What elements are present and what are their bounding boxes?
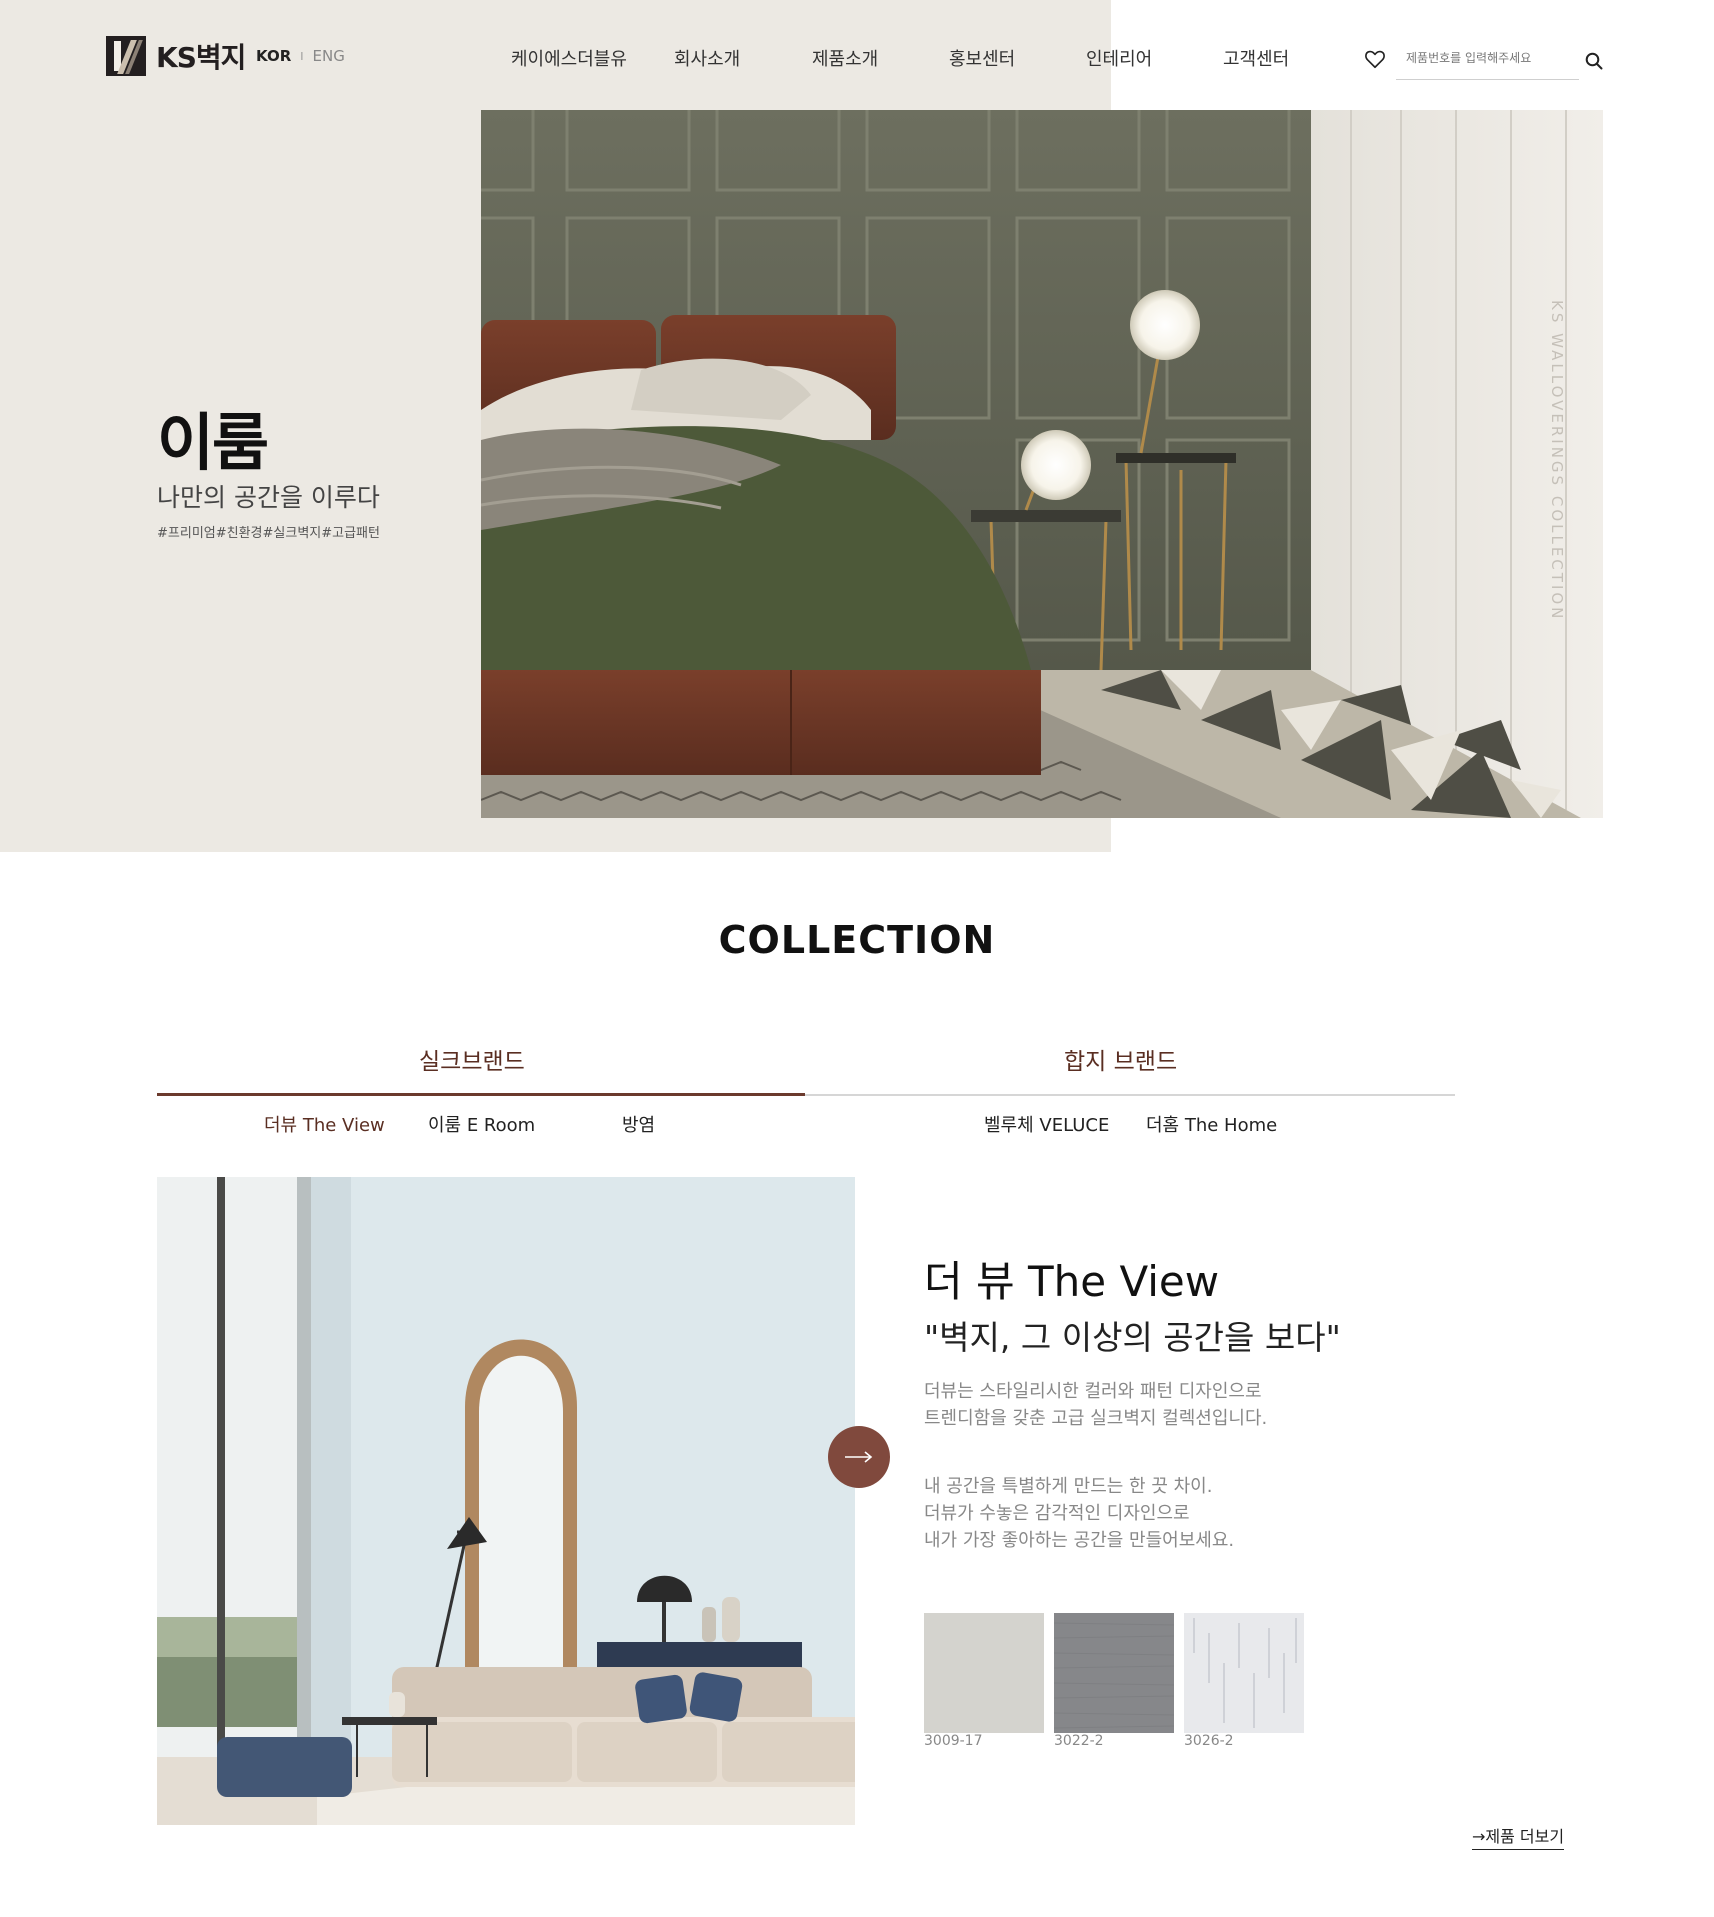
search-box <box>1396 40 1579 80</box>
sub-tab-veluce[interactable]: 벨루체 VELUCE <box>984 1111 1109 1137</box>
sub-tab-the-view[interactable]: 더뷰 The View <box>264 1111 385 1137</box>
sub-tab-e-room[interactable]: 이룸 E Room <box>428 1111 535 1137</box>
swatch-3022-2[interactable] <box>1053 1613 1175 1733</box>
product-title: 더 뷰 The View <box>924 1257 1220 1306</box>
more-products-link[interactable]: →제품 더보기 <box>1472 1823 1565 1850</box>
nav-item-ksw[interactable]: 케이에스더블유 <box>511 45 627 71</box>
sub-tab-the-home[interactable]: 더홈 The Home <box>1146 1111 1277 1137</box>
hero-subtitle: 나만의 공간을 이루다 <box>157 483 380 512</box>
product-desc-line: 트렌디함을 갖춘 고급 실크벽지 컬렉션입니다. <box>924 1408 1268 1429</box>
search-input[interactable] <box>1396 40 1579 76</box>
nav-item-interior[interactable]: 인테리어 <box>1086 45 1152 71</box>
search-icon[interactable] <box>1584 51 1604 71</box>
tab-active-indicator <box>157 1093 805 1096</box>
collection-image <box>157 1177 855 1825</box>
product-desc-line: 더뷰가 수놓은 감각적인 디자인으로 <box>924 1503 1190 1524</box>
swatch-texture <box>1053 1622 1175 1729</box>
hero-tags: #프리미엄#친환경#실크벽지#고급패턴 <box>157 526 380 541</box>
nav-item-company[interactable]: 회사소개 <box>674 45 740 71</box>
swatch-3026-2[interactable] <box>1184 1613 1304 1733</box>
swatch-code: 3026-2 <box>1184 1733 1234 1749</box>
product-desc-line: 더뷰는 스타일리시한 컬러와 패턴 디자인으로 <box>924 1381 1262 1402</box>
hero-image <box>481 110 1603 818</box>
product-desc-line: 내가 가장 좋아하는 공간을 만들어보세요. <box>924 1530 1235 1551</box>
swatch-3009-17[interactable] <box>924 1613 1044 1733</box>
product-quote: "벽지, 그 이상의 공간을 보다" <box>924 1318 1341 1357</box>
heart-icon[interactable] <box>1364 48 1386 70</box>
hero-vertical-text: KS WALLOVERINGS COLLECTION <box>1548 300 1566 622</box>
collection-title: COLLECTION <box>718 918 996 962</box>
nav-item-customer-center[interactable]: 고객센터 <box>1223 45 1289 71</box>
tab-hapji-brand[interactable]: 합지 브랜드 <box>1064 1042 1177 1076</box>
swatch-code: 3009-17 <box>924 1733 983 1749</box>
sub-tab-flame-retardant[interactable]: 방염 <box>622 1111 655 1137</box>
arrow-right-icon <box>845 1451 873 1463</box>
hero-title: 이룸 <box>157 406 269 479</box>
tab-silk-brand[interactable]: 실크브랜드 <box>419 1042 525 1076</box>
swatch-code: 3022-2 <box>1054 1733 1104 1749</box>
swatch-texture <box>1193 1618 1297 1728</box>
nav-item-pr-center[interactable]: 홍보센터 <box>949 45 1015 71</box>
product-desc-line: 내 공간을 특별하게 만드는 한 끗 차이. <box>924 1476 1213 1497</box>
nav-item-products[interactable]: 제품소개 <box>812 45 878 71</box>
next-arrow-button[interactable] <box>828 1426 890 1488</box>
